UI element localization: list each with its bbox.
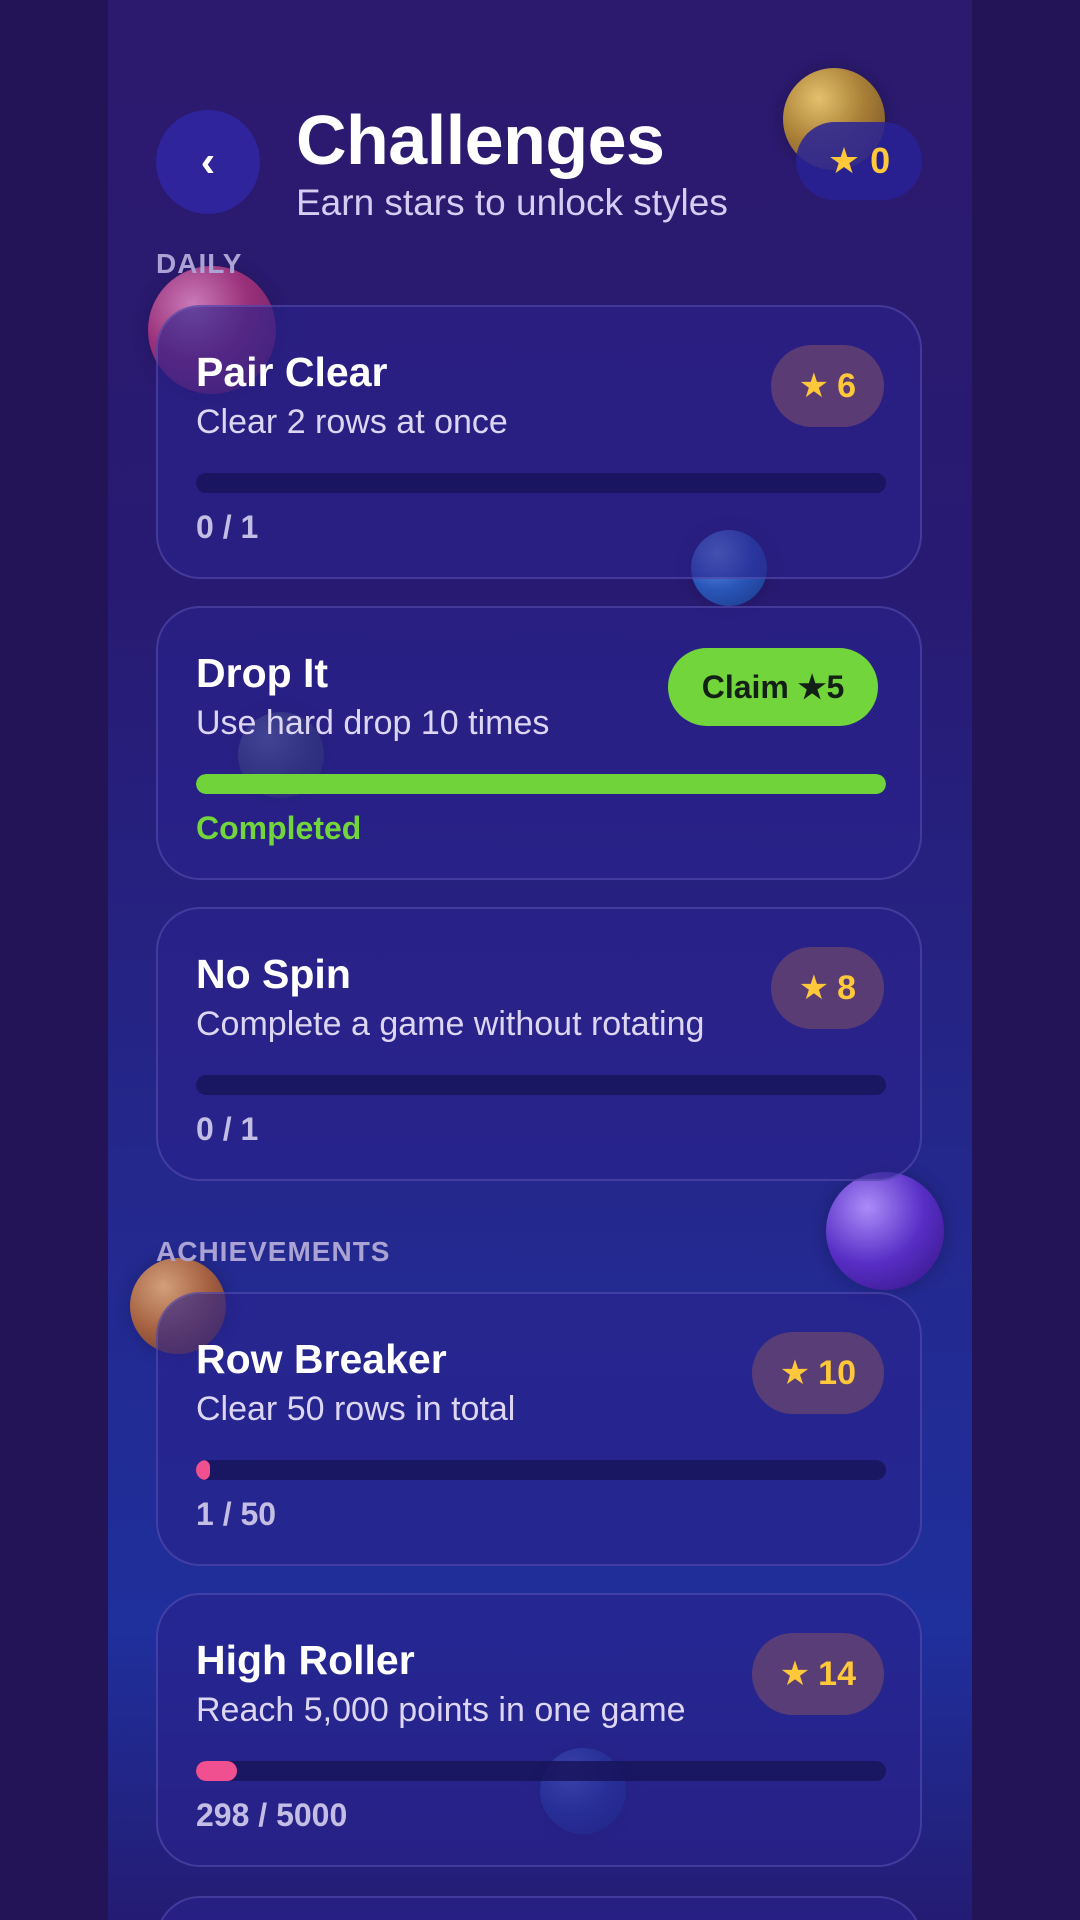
page-title: Challenges [296,101,665,179]
challenge-card-no-spin: No Spin Complete a game without rotating… [156,907,922,1181]
reward-amount: 6 [837,366,856,405]
challenge-description: Use hard drop 10 times [196,704,550,742]
challenge-title: No Spin [196,951,351,997]
claim-button[interactable]: Claim ★5 [668,648,878,726]
reward-badge: ★ 8 [770,947,884,1029]
progress-bar [196,1460,886,1480]
star-icon: ★ [827,140,861,181]
chevron-left-icon: ‹ [200,137,216,186]
challenge-card-drop-it: Drop It Use hard drop 10 times Claim ★5 … [156,606,922,880]
achievement-description: Reach 5,000 points in one game [196,1691,686,1729]
achievement-card-partial [156,1896,922,1920]
progress-text: 0 / 1 [196,509,259,545]
star-balance-badge: ★ 0 [796,122,922,200]
progress-fill [196,1761,237,1781]
progress-fill [196,1460,210,1480]
achievement-description: Clear 50 rows in total [196,1390,516,1428]
page-subtitle: Earn stars to unlock styles [296,182,728,223]
challenge-card-pair-clear: Pair Clear Clear 2 rows at once ★ 6 0 / … [156,305,922,579]
challenge-description: Clear 2 rows at once [196,403,508,441]
star-icon: ★ [798,969,830,1007]
reward-badge: ★ 6 [770,345,884,427]
progress-text: 298 / 5000 [196,1797,348,1833]
achievement-card-high-roller: High Roller Reach 5,000 points in one ga… [156,1593,922,1867]
achievement-title: Row Breaker [196,1336,447,1382]
achievement-title: High Roller [196,1637,415,1683]
progress-fill [196,774,886,794]
star-icon: ★ [779,1354,811,1392]
progress-bar [196,774,886,794]
progress-text: 0 / 1 [196,1111,259,1147]
star-icon: ★ [798,367,830,405]
reward-badge: ★ 10 [751,1332,884,1414]
challenge-title: Pair Clear [196,349,388,395]
reward-amount: 10 [818,1353,856,1392]
reward-amount: 8 [837,968,856,1007]
progress-bar [196,1075,886,1095]
reward-badge: ★ 14 [751,1633,884,1715]
challenges-screen: ‹ Challenges Earn stars to unlock styles… [108,0,972,1920]
reward-amount: 14 [818,1654,856,1693]
section-label-daily: DAILY [156,248,243,279]
progress-text: 1 / 50 [196,1496,277,1532]
progress-bar [196,1761,886,1781]
star-balance-count: 0 [870,140,891,181]
section-label-achievements: ACHIEVEMENTS [156,1236,391,1267]
achievement-card-row-breaker: Row Breaker Clear 50 rows in total ★ 10 … [156,1292,922,1566]
challenge-description: Complete a game without rotating [196,1005,705,1043]
back-button[interactable]: ‹ [156,110,260,214]
progress-text: Completed [196,810,362,846]
star-icon: ★ [779,1655,811,1693]
challenge-title: Drop It [196,650,329,696]
decor-orb-purple [826,1172,944,1290]
progress-bar [196,473,886,493]
